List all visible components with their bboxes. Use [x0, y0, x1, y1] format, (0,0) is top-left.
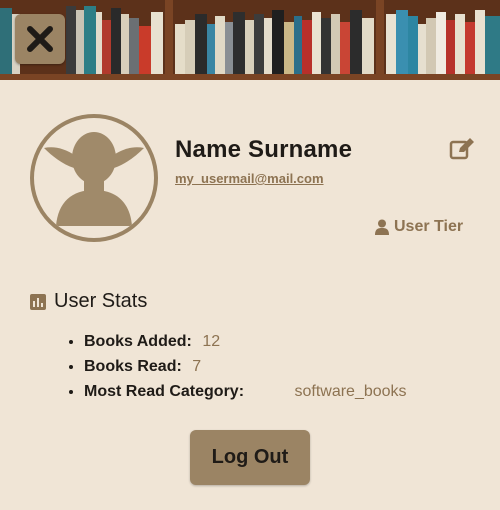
- stat-value: 7: [192, 358, 202, 375]
- edit-icon: [449, 138, 474, 160]
- user-stats-header: User Stats: [30, 290, 147, 313]
- edit-profile-button[interactable]: [449, 137, 475, 161]
- chart-icon: [30, 293, 46, 310]
- stat-item-books-added: Books Added: 12: [66, 332, 407, 357]
- user-icon: [375, 219, 389, 235]
- profile-name: Name Surname: [175, 136, 353, 163]
- user-tier: User Tier: [374, 218, 463, 236]
- profile-email-link[interactable]: my_usermail@mail.com: [175, 171, 324, 186]
- close-icon: [27, 26, 53, 52]
- stat-item-most-read-category: Most Read Category: software_books: [66, 382, 407, 407]
- user-stats-list: Books Added: 12 Books Read: 7 Most Read …: [66, 332, 407, 407]
- stat-item-books-read: Books Read: 7: [66, 357, 407, 382]
- logout-button[interactable]: Log Out: [190, 430, 310, 485]
- stat-value: software_books: [294, 383, 407, 400]
- header-banner: [0, 0, 500, 80]
- bookshelf-image: [0, 0, 500, 80]
- avatar: [30, 114, 158, 242]
- avatar-silhouette-icon: [44, 132, 144, 226]
- user-stats-title: User Stats: [54, 290, 148, 312]
- stat-label: Books Read:: [84, 358, 182, 375]
- stat-label: Most Read Category:: [84, 383, 245, 400]
- stat-label: Books Added:: [84, 333, 192, 350]
- user-tier-label: User Tier: [394, 218, 464, 235]
- stat-value: 12: [202, 333, 221, 350]
- close-button[interactable]: [15, 14, 65, 64]
